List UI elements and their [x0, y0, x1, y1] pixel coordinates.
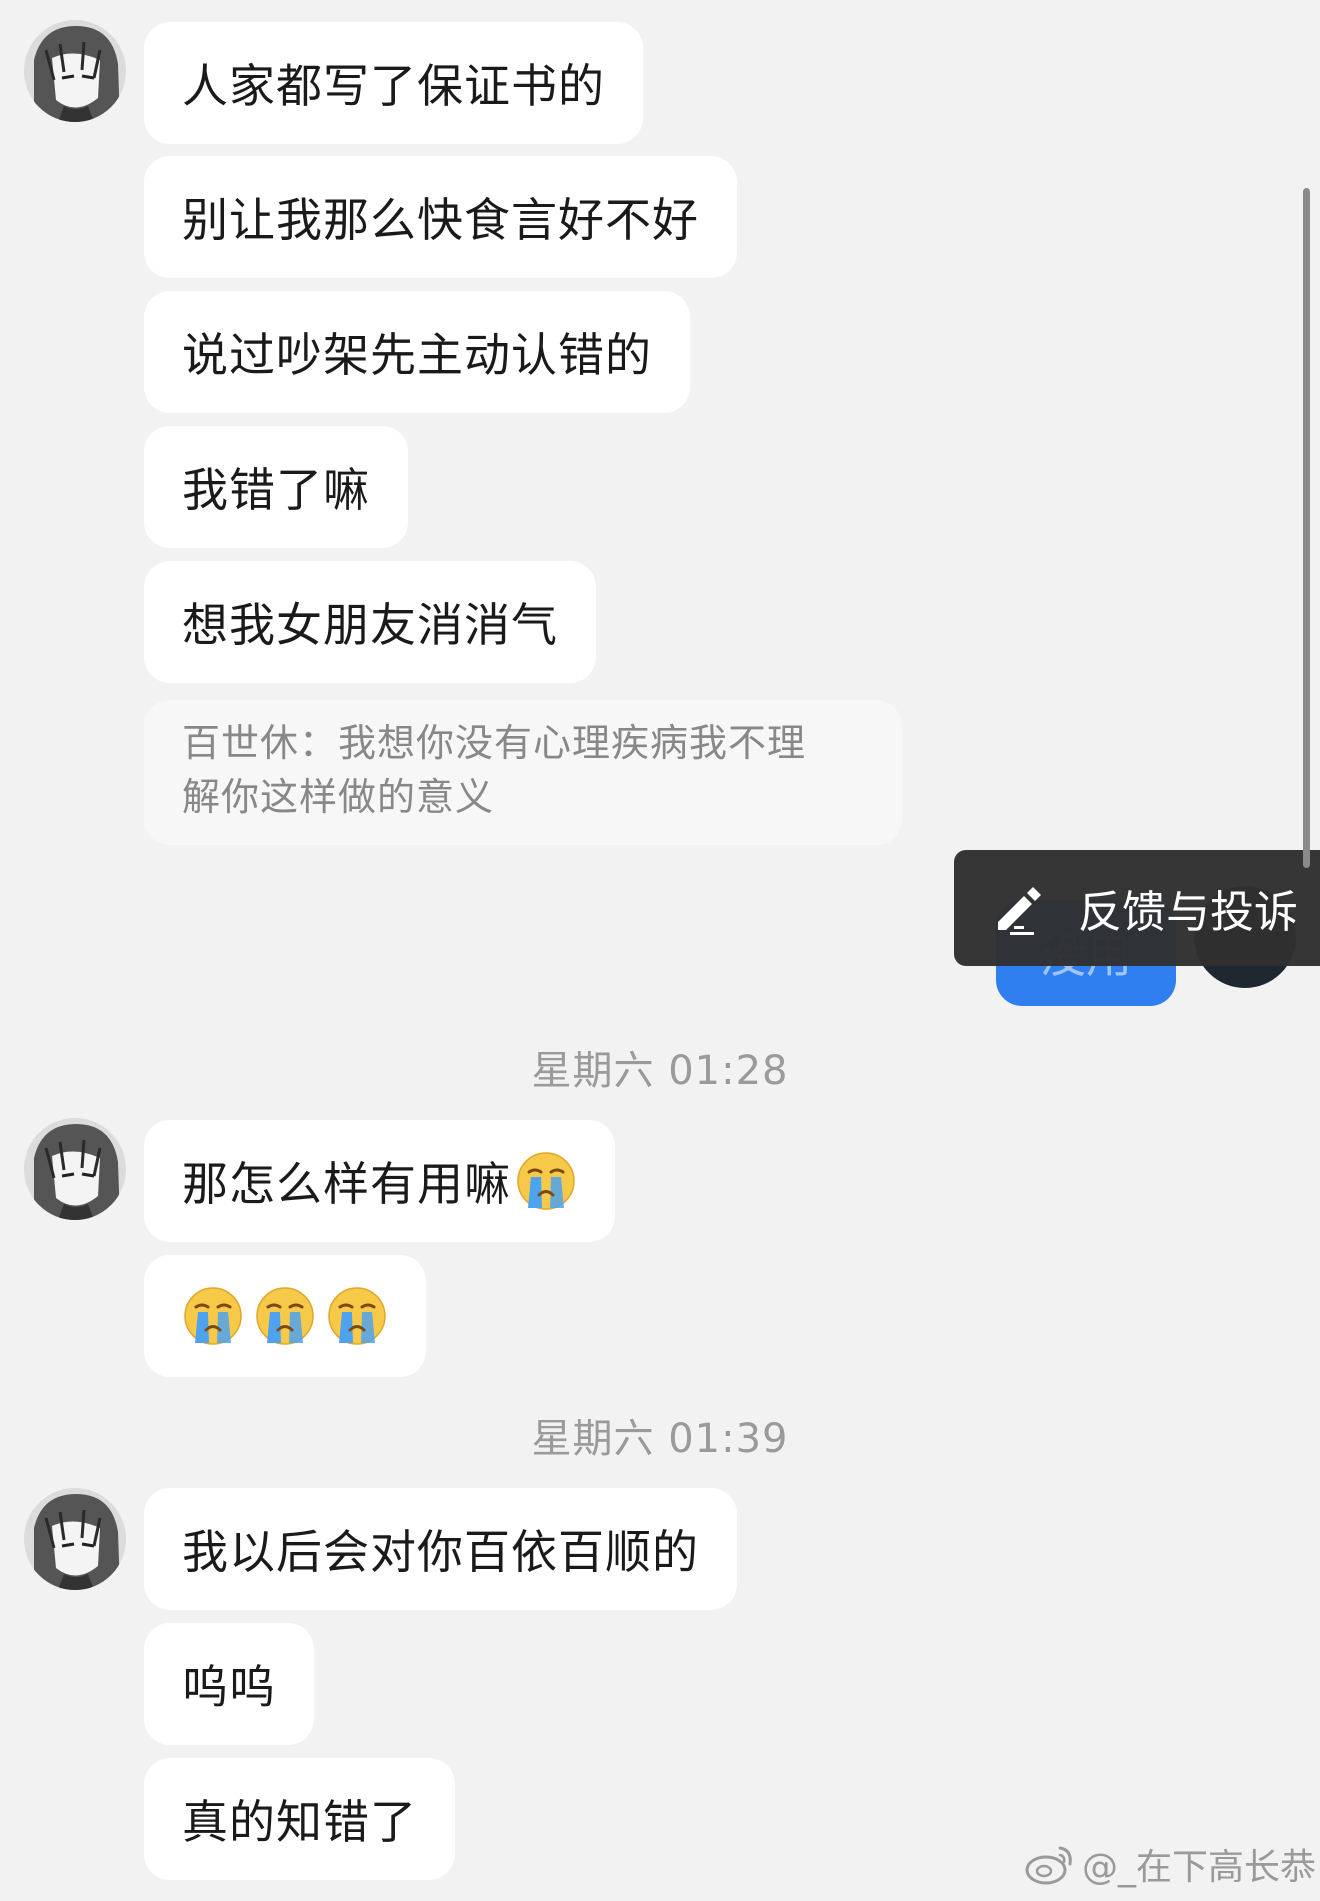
- contact-avatar[interactable]: [24, 1118, 126, 1220]
- scrollbar[interactable]: [1303, 188, 1310, 868]
- message-bubble[interactable]: 想我女朋友消消气: [144, 561, 596, 683]
- loudly-crying-face-icon: [182, 1285, 244, 1347]
- quote-text-line2: 解你这样做的意义: [182, 775, 495, 819]
- message-bubble[interactable]: 我以后会对你百依百顺的: [144, 1488, 737, 1610]
- quoted-reply[interactable]: 百世休：我想你没有心理疾病我不理 解你这样做的意义: [144, 700, 902, 845]
- message-bubble[interactable]: 人家都写了保证书的: [144, 22, 643, 144]
- feedback-complaint-label[interactable]: 反馈与投诉: [1078, 876, 1298, 940]
- message-bubble[interactable]: 真的知错了: [144, 1758, 455, 1880]
- contact-avatar[interactable]: [24, 20, 126, 122]
- loudly-crying-face-icon: [254, 1285, 316, 1347]
- anime-avatar-icon: [24, 1118, 126, 1220]
- anime-avatar-icon: [24, 1488, 126, 1590]
- message-bubble[interactable]: 说过吵架先主动认错的: [144, 291, 690, 413]
- loudly-crying-face-icon: [326, 1285, 388, 1347]
- timestamp: 星期六 01:39: [531, 1416, 789, 1462]
- message-bubble[interactable]: 别让我那么快食言好不好: [144, 156, 737, 278]
- watermark-text: @_在下高长恭: [1082, 1847, 1317, 1888]
- message-bubble[interactable]: 我错了嘛: [144, 426, 408, 548]
- weibo-logo-icon: [1025, 1846, 1072, 1885]
- message-bubble[interactable]: 那怎么样有用嘛: [144, 1120, 615, 1242]
- message-bubble-emoji[interactable]: [144, 1255, 426, 1377]
- weibo-watermark: @_在下高长恭: [1024, 1838, 1316, 1890]
- contact-avatar[interactable]: [24, 1488, 126, 1590]
- pen-icon: [998, 887, 1041, 935]
- timestamp: 星期六 01:28: [531, 1048, 789, 1094]
- message-text: 那怎么样有用嘛: [182, 1157, 511, 1211]
- message-bubble[interactable]: 呜呜: [144, 1623, 314, 1745]
- context-menu[interactable]: 反馈与投诉: [954, 850, 1320, 966]
- loudly-crying-face-icon: [515, 1150, 577, 1212]
- quote-text-line1: 百世休：我想你没有心理疾病我不理: [182, 721, 807, 765]
- anime-avatar-icon: [24, 20, 126, 122]
